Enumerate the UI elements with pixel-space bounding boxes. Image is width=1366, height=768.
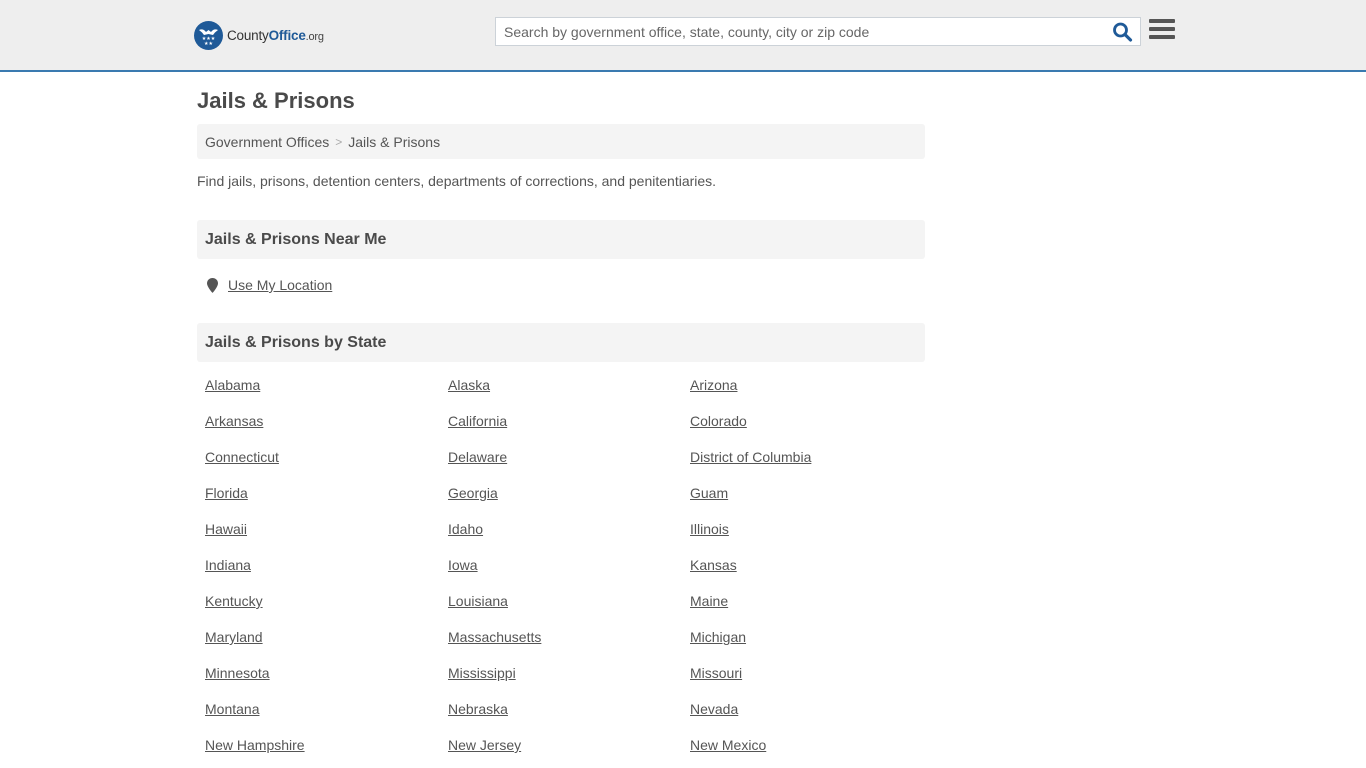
state-link-nevada[interactable]: Nevada: [690, 701, 738, 717]
state-link-nebraska[interactable]: Nebraska: [448, 701, 508, 717]
state-link-georgia[interactable]: Georgia: [448, 485, 498, 501]
state-link-maryland[interactable]: Maryland: [205, 629, 263, 645]
state-link-arizona[interactable]: Arizona: [690, 377, 737, 393]
near-me-heading: Jails & Prisons Near Me: [197, 220, 925, 259]
state-link-louisiana[interactable]: Louisiana: [448, 593, 508, 609]
state-link-guam[interactable]: Guam: [690, 485, 728, 501]
state-link-hawaii[interactable]: Hawaii: [205, 521, 247, 537]
state-link-connecticut[interactable]: Connecticut: [205, 449, 279, 465]
state-link-kansas[interactable]: Kansas: [690, 557, 737, 573]
search-button[interactable]: [1112, 22, 1134, 42]
state-link-new-hampshire[interactable]: New Hampshire: [205, 737, 305, 753]
hamburger-menu-icon-bar: [1149, 19, 1175, 23]
state-link-illinois[interactable]: Illinois: [690, 521, 729, 537]
state-link-florida[interactable]: Florida: [205, 485, 248, 501]
state-link-alabama[interactable]: Alabama: [205, 377, 260, 393]
state-link-montana[interactable]: Montana: [205, 701, 259, 717]
logo-tld: .org: [305, 30, 324, 43]
hamburger-menu-button[interactable]: [1149, 19, 1175, 43]
state-link-maine[interactable]: Maine: [690, 593, 728, 609]
state-link-iowa[interactable]: Iowa: [448, 557, 478, 573]
breadcrumb-separator: >: [335, 134, 343, 149]
search-box: [495, 17, 1141, 46]
eagle-stars-badge-icon: ★★★ ★★: [194, 20, 223, 50]
search-input[interactable]: [496, 18, 1096, 45]
map-marker-icon: [207, 277, 218, 293]
state-link-colorado[interactable]: Colorado: [690, 413, 747, 429]
state-link-massachusetts[interactable]: Massachusetts: [448, 629, 541, 645]
intro-text: Find jails, prisons, detention centers, …: [197, 173, 717, 189]
state-link-delaware[interactable]: Delaware: [448, 449, 507, 465]
use-my-location-row: Use My Location: [207, 277, 332, 293]
page-title: Jails & Prisons: [197, 88, 355, 113]
logo-word-county: County: [227, 27, 269, 43]
logo-wordmark: CountyOffice.org: [227, 28, 324, 43]
svg-text:★★: ★★: [204, 41, 213, 47]
state-link-kentucky[interactable]: Kentucky: [205, 593, 263, 609]
breadcrumb: Government Offices > Jails & Prisons: [197, 124, 925, 159]
state-link-mississippi[interactable]: Mississippi: [448, 665, 516, 681]
state-link-missouri[interactable]: Missouri: [690, 665, 742, 681]
state-link-indiana[interactable]: Indiana: [205, 557, 251, 573]
state-link-california[interactable]: California: [448, 413, 507, 429]
logo-word-office: Office: [268, 27, 306, 43]
state-link-district-of-columbia[interactable]: District of Columbia: [690, 449, 811, 465]
hamburger-menu-icon-bar: [1149, 27, 1175, 31]
state-link-new-jersey[interactable]: New Jersey: [448, 737, 521, 753]
site-header: ★★★ ★★ CountyOffice.org: [0, 0, 1366, 72]
state-link-alaska[interactable]: Alaska: [448, 377, 490, 393]
site-logo[interactable]: ★★★ ★★ CountyOffice.org: [194, 20, 324, 50]
state-link-michigan[interactable]: Michigan: [690, 629, 746, 645]
state-link-idaho[interactable]: Idaho: [448, 521, 483, 537]
use-my-location-link[interactable]: Use My Location: [228, 277, 332, 293]
breadcrumb-government-offices[interactable]: Government Offices: [205, 134, 329, 150]
state-link-minnesota[interactable]: Minnesota: [205, 665, 270, 681]
breadcrumb-jails-prisons[interactable]: Jails & Prisons: [348, 134, 440, 150]
state-link-new-mexico[interactable]: New Mexico: [690, 737, 766, 753]
state-link-arkansas[interactable]: Arkansas: [205, 413, 263, 429]
search-icon: [1113, 22, 1133, 42]
hamburger-menu-icon-bar: [1149, 35, 1175, 39]
by-state-heading: Jails & Prisons by State: [197, 323, 925, 362]
